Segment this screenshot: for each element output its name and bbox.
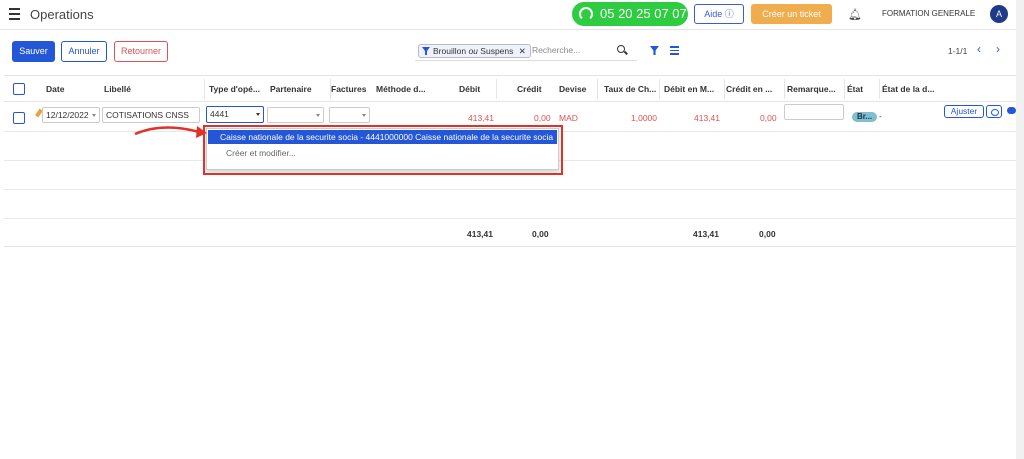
search-bar: Brouillon ou Suspens ✕ Recherche...: [415, 41, 637, 61]
column-divider: [724, 79, 725, 99]
column-divider: [659, 79, 660, 99]
column-divider: [597, 79, 598, 99]
return-button[interactable]: Retourner: [114, 41, 168, 62]
chat-icon[interactable]: [1007, 107, 1016, 114]
table-header: Date Libellé Type d'opé... Partenaire Fa…: [4, 75, 1020, 102]
column-divider: [204, 79, 205, 99]
create-ticket-button[interactable]: Créer un ticket: [751, 4, 832, 24]
col-debit[interactable]: Débit: [459, 84, 480, 94]
facet-value-1: Brouillon: [433, 46, 467, 56]
facet-value-2: Suspens: [480, 46, 514, 56]
menu-icon[interactable]: [9, 8, 20, 20]
filter-toggle-icon[interactable]: [650, 46, 659, 55]
col-debit-m[interactable]: Débit en M...: [664, 84, 714, 94]
type-operation-field[interactable]: 4441: [206, 106, 264, 123]
headset-icon: [579, 7, 593, 21]
page-title: Operations: [30, 7, 94, 22]
total-debit: 413,41: [467, 229, 493, 239]
devise-value[interactable]: MAD: [559, 113, 578, 123]
total-credit: 0,00: [532, 229, 549, 239]
scrollbar[interactable]: [1016, 0, 1024, 459]
chevron-right-icon[interactable]: ›: [996, 42, 1000, 56]
list-view-icon[interactable]: [670, 46, 679, 55]
col-libelle[interactable]: Libellé: [104, 84, 131, 94]
col-factures[interactable]: Factures: [331, 84, 366, 94]
row-checkbox[interactable]: [13, 112, 25, 124]
debit-value[interactable]: 413,41: [468, 113, 494, 123]
status-badge: Br...: [852, 112, 877, 122]
total-debit-m: 413,41: [693, 229, 719, 239]
col-etat[interactable]: État: [847, 84, 863, 94]
column-divider: [844, 79, 845, 99]
caret-icon: [92, 114, 96, 117]
credit-m-value[interactable]: 0,00: [760, 113, 777, 123]
type-operation-value: 4441: [210, 109, 229, 119]
caret-icon: [316, 114, 320, 117]
column-divider: [784, 79, 785, 99]
column-divider: [496, 79, 497, 99]
col-partenaire[interactable]: Partenaire: [270, 84, 312, 94]
phone-number: 05 20 25 07 07: [600, 6, 687, 21]
etat-document-value: -: [879, 111, 882, 121]
date-value: 12/12/2022: [46, 110, 89, 120]
search-icon[interactable]: [617, 45, 625, 53]
credit-value[interactable]: 0,00: [534, 113, 551, 123]
partenaire-field[interactable]: [267, 107, 324, 123]
remarque-field[interactable]: [784, 104, 844, 120]
totals-row: 413,41 0,00 413,41 0,00: [4, 219, 1020, 247]
select-all-checkbox[interactable]: [13, 83, 25, 95]
col-etat-document[interactable]: État de la d...: [882, 84, 934, 94]
taux-value[interactable]: 1,0000: [631, 113, 657, 123]
filter-facet[interactable]: Brouillon ou Suspens ✕: [418, 44, 531, 58]
pager-value[interactable]: 1-1/1: [948, 46, 967, 56]
facet-separator: ou: [468, 46, 478, 56]
col-credit-m[interactable]: Crédit en ...: [726, 84, 772, 94]
caret-icon: [256, 113, 260, 116]
question-icon: ⓘ: [724, 9, 734, 19]
filter-icon: [422, 47, 430, 55]
top-bar: Operations 05 20 25 07 07 Aide ⓘ Créer u…: [0, 0, 1024, 30]
col-credit[interactable]: Crédit: [517, 84, 542, 94]
help-button[interactable]: Aide ⓘ: [694, 4, 744, 24]
avatar[interactable]: A: [990, 5, 1008, 23]
bell-icon[interactable]: 🔔︎: [848, 8, 862, 21]
eye-icon[interactable]: [986, 105, 1002, 118]
save-button[interactable]: Sauver: [12, 41, 55, 62]
company-name[interactable]: FORMATION GENERALE: [882, 9, 975, 18]
chevron-left-icon[interactable]: ‹: [977, 42, 981, 56]
highlight-box: [203, 125, 563, 175]
annotation-arrow: [134, 126, 207, 138]
col-date[interactable]: Date: [46, 84, 64, 94]
caret-icon: [362, 114, 366, 117]
adjust-button[interactable]: Ajuster: [944, 105, 984, 118]
column-divider: [879, 79, 880, 99]
debit-m-value[interactable]: 413,41: [694, 113, 720, 123]
search-input[interactable]: Recherche...: [532, 45, 580, 55]
col-type-operation[interactable]: Type d'opé...: [209, 84, 260, 94]
facet-remove-icon[interactable]: ✕: [519, 46, 526, 56]
col-remarque[interactable]: Remarque...: [787, 84, 836, 94]
factures-field[interactable]: [329, 107, 370, 123]
help-label: Aide: [704, 9, 723, 19]
col-taux[interactable]: Taux de Ch...: [604, 84, 656, 94]
phone-button[interactable]: 05 20 25 07 07: [572, 2, 688, 26]
col-devise[interactable]: Devise: [559, 84, 586, 94]
date-field[interactable]: 12/12/2022: [42, 107, 100, 123]
empty-row: [4, 190, 1020, 219]
col-methode[interactable]: Méthode d...: [376, 84, 426, 94]
cancel-button[interactable]: Annuler: [61, 41, 107, 62]
total-credit-m: 0,00: [759, 229, 776, 239]
